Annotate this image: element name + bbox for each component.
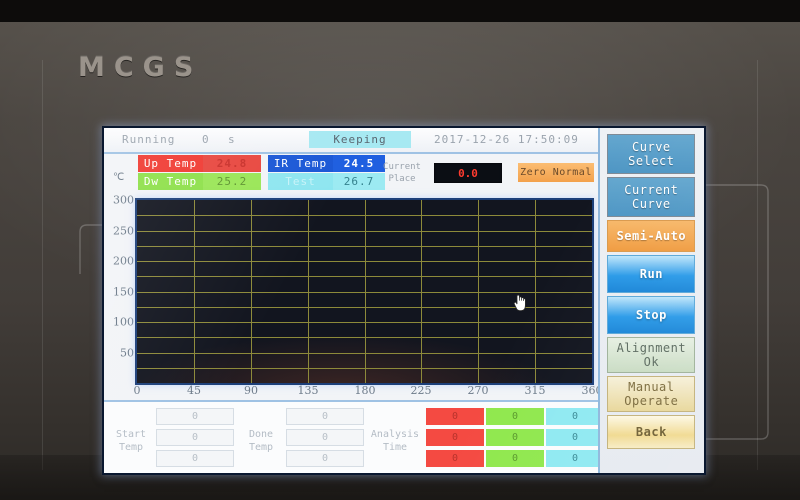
back-button-label: Back: [635, 425, 667, 439]
current-place-label: Current Place: [374, 157, 430, 189]
current-place-label-line1: Current: [383, 162, 421, 172]
run-state-label: Running: [122, 133, 176, 146]
analysis-cyan-2[interactable]: 0: [546, 450, 604, 467]
done-temp-value-0[interactable]: 0: [286, 408, 364, 425]
chart-x-tick: 90: [244, 384, 258, 397]
chart-x-tick: 315: [524, 384, 546, 397]
semi-auto-button[interactable]: Semi-Auto: [607, 220, 696, 252]
bottom-data-panel: Start Temp 0 0 0 Done Temp 0 0 0 Analysi…: [104, 400, 604, 473]
trend-chart: 300 250 200 150 100 50 0 45 90 135 180 225 270 315 36…: [104, 194, 603, 400]
chart-vgridline: [251, 200, 252, 383]
chart-gridlines: [137, 200, 592, 383]
analysis-cyan-0[interactable]: 0: [546, 408, 604, 425]
alignment-ok-button-label-2: Ok: [643, 355, 660, 369]
bezel-side-line-left: [42, 60, 43, 470]
analysis-green-1[interactable]: 0: [486, 429, 544, 446]
done-temp-label-line1: Done: [248, 429, 274, 440]
chart-y-tick: 100: [113, 315, 134, 329]
chart-x-tick: 135: [297, 384, 319, 397]
chart-plot-area[interactable]: [137, 200, 592, 383]
alignment-ok-button-label: Alignment: [616, 341, 687, 355]
current-curve-button-label-2: Curve: [632, 197, 671, 211]
chart-y-tick: 250: [113, 224, 134, 238]
mcgs-hmi-device: MCGS Running 0 s Keeping 2017-12-26 17:5…: [0, 0, 800, 500]
dw-temp-value: 25.2: [203, 173, 261, 190]
screen-main-area: Running 0 s Keeping 2017-12-26 17:50:09 …: [104, 128, 604, 473]
current-curve-button-label: Current: [624, 183, 679, 197]
chart-y-axis: 300 250 200 150 100 50: [104, 194, 136, 384]
start-temp-value-1[interactable]: 0: [156, 429, 234, 446]
chart-vgridline: [308, 200, 309, 383]
chart-x-tick: 225: [410, 384, 432, 397]
done-temp-label: Done Temp: [238, 428, 284, 454]
analysis-red-0[interactable]: 0: [426, 408, 484, 425]
manual-operate-button-label-2: Operate: [624, 394, 679, 408]
chart-y-tick: 50: [120, 346, 134, 360]
brand-logo: MCGS: [78, 52, 203, 83]
done-temp-value-1[interactable]: 0: [286, 429, 364, 446]
up-temp-value: 24.8: [203, 155, 261, 172]
curve-select-button-label: Curve: [632, 140, 671, 154]
chart-vgridline: [535, 200, 536, 383]
mode-badge[interactable]: Keeping: [309, 131, 411, 148]
current-curve-button[interactable]: Current Curve: [607, 177, 696, 217]
temperature-unit-label: ℃: [113, 172, 125, 183]
chart-y-tick: 200: [113, 254, 134, 268]
chart-vgridline: [421, 200, 422, 383]
button-sidebar: Curve Select Current Curve Semi-Auto Run Stop A…: [598, 128, 704, 473]
elapsed-time-unit: s: [228, 133, 236, 146]
chart-x-tick: 180: [354, 384, 376, 397]
chart-x-tick: 270: [467, 384, 489, 397]
chart-x-tick: 0: [133, 384, 141, 397]
start-temp-value-2[interactable]: 0: [156, 450, 234, 467]
current-place-label-line2: Place: [388, 174, 416, 184]
chart-y-tick: 150: [113, 285, 134, 299]
dw-temp-label: Dw Temp: [138, 173, 203, 190]
hmi-screen: Running 0 s Keeping 2017-12-26 17:50:09 …: [104, 128, 704, 473]
elapsed-time-value: 0: [202, 133, 210, 146]
analysis-time-label-line1: Analysis: [370, 429, 420, 440]
status-bar: Running 0 s Keeping 2017-12-26 17:50:09: [104, 128, 600, 154]
curve-select-button[interactable]: Curve Select: [607, 134, 696, 174]
chart-x-axis: 0 45 90 135 180 225 270 315 360: [104, 384, 603, 400]
stop-button-label: Stop: [635, 308, 667, 322]
start-temp-label: Start Temp: [108, 428, 154, 454]
chart-y-tick: 300: [113, 193, 134, 207]
chart-vgridline: [194, 200, 195, 383]
run-button[interactable]: Run: [607, 255, 696, 293]
analysis-time-label-line2: Time: [382, 442, 408, 453]
analysis-green-0[interactable]: 0: [486, 408, 544, 425]
test-label: Test: [268, 173, 333, 190]
bezel-side-line-right: [757, 60, 758, 470]
zero-status-badge[interactable]: Zero Normal: [518, 163, 594, 182]
analysis-green-2[interactable]: 0: [486, 450, 544, 467]
stop-button[interactable]: Stop: [607, 296, 696, 334]
analysis-red-2[interactable]: 0: [426, 450, 484, 467]
start-temp-label-line2: Temp: [118, 442, 144, 453]
up-temp-label: Up Temp: [138, 155, 203, 172]
temperature-readout-panel: ℃ Up Temp 24.8 Dw Temp 25.2 IR Temp 24.5…: [104, 154, 600, 192]
chart-vgridline: [365, 200, 366, 383]
chart-x-tick: 45: [187, 384, 201, 397]
done-temp-label-line2: Temp: [248, 442, 274, 453]
back-button[interactable]: Back: [607, 415, 696, 449]
analysis-red-1[interactable]: 0: [426, 429, 484, 446]
start-temp-label-line1: Start: [115, 429, 147, 440]
chart-vgridline: [478, 200, 479, 383]
run-button-label: Run: [639, 267, 663, 281]
manual-operate-button[interactable]: Manual Operate: [607, 376, 696, 412]
alignment-ok-button[interactable]: Alignment Ok: [607, 337, 696, 373]
start-temp-value-0[interactable]: 0: [156, 408, 234, 425]
current-place-value: 0.0: [434, 163, 502, 183]
analysis-time-label: Analysis Time: [368, 428, 422, 454]
ir-temp-label: IR Temp: [268, 155, 333, 172]
curve-select-button-label-2: Select: [628, 154, 675, 168]
semi-auto-button-label: Semi-Auto: [616, 229, 687, 243]
datetime-label: 2017-12-26 17:50:09: [434, 133, 579, 146]
analysis-cyan-1[interactable]: 0: [546, 429, 604, 446]
manual-operate-button-label: Manual: [628, 380, 675, 394]
done-temp-value-2[interactable]: 0: [286, 450, 364, 467]
